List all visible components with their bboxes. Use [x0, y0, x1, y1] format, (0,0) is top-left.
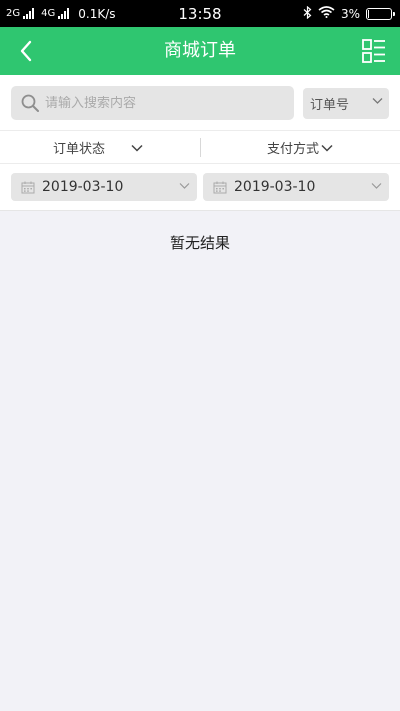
bluetooth-icon: [303, 5, 312, 22]
payment-method-label: 支付方式: [267, 142, 320, 157]
status-bar: 2G 4G 0.1K/s 13:58 3%: [0, 0, 400, 27]
chevron-down-icon: [131, 144, 143, 152]
wifi-icon: [318, 6, 335, 21]
search-box[interactable]: [11, 86, 294, 120]
app-header: 商城订单: [0, 27, 400, 75]
empty-results-message: 暂无结果: [169, 234, 230, 252]
calendar-icon: [213, 181, 227, 194]
list-grid-icon: [362, 39, 385, 63]
calendar-icon: [21, 181, 35, 194]
search-bar: 订单号: [0, 75, 400, 130]
battery-percent: 3%: [340, 6, 360, 21]
date-range-bar: 2019-03-10 2019-03-10: [0, 164, 400, 211]
filter-divider: [200, 138, 201, 157]
order-status-filter[interactable]: 订单状态: [53, 131, 143, 164]
chevron-down-icon: [371, 182, 382, 190]
chevron-down-icon: [179, 182, 190, 190]
order-status-label: 订单状态: [53, 142, 106, 157]
status-bar-right: 3%: [303, 0, 395, 27]
payment-method-filter[interactable]: 支付方式: [267, 131, 333, 164]
search-type-value: 订单号: [310, 98, 350, 113]
search-icon: [21, 94, 39, 112]
start-date-value: 2019-03-10: [42, 179, 124, 195]
end-date-picker[interactable]: 2019-03-10: [203, 173, 389, 201]
battery-icon: [366, 7, 395, 20]
battery-level: [368, 9, 369, 18]
back-arrow-icon: [20, 40, 32, 62]
chevron-down-icon: [372, 97, 383, 105]
chevron-down-icon: [321, 144, 333, 152]
search-type-select[interactable]: 订单号: [303, 88, 389, 119]
end-date-value: 2019-03-10: [234, 179, 316, 195]
search-input[interactable]: [45, 95, 265, 111]
filter-bar: 订单状态 支付方式: [0, 130, 400, 164]
menu-button[interactable]: [356, 33, 392, 69]
start-date-picker[interactable]: 2019-03-10: [11, 173, 197, 201]
page-title: 商城订单: [164, 40, 236, 61]
back-button[interactable]: [8, 33, 44, 69]
